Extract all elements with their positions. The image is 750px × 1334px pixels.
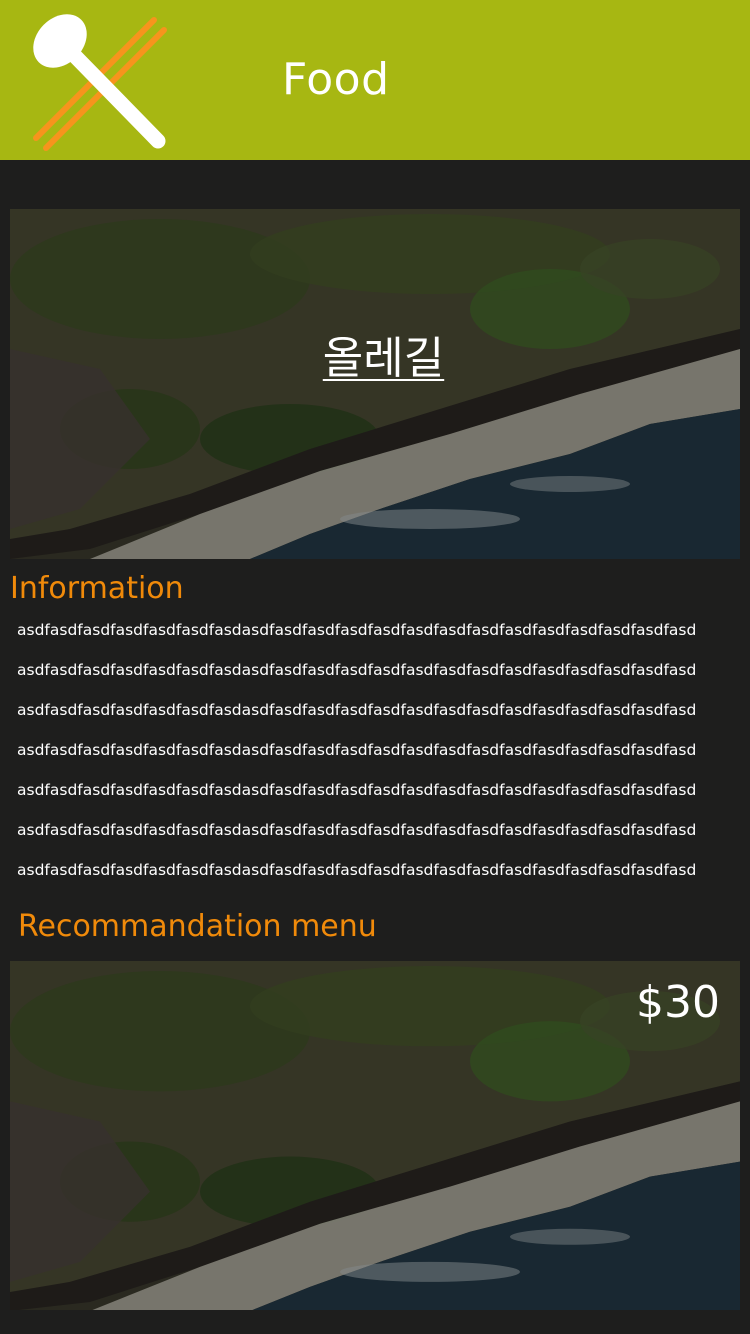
information-line: asdfasdfasdfasdfasdfasdfasdasdfasdfasdfa… — [17, 781, 697, 799]
information-line: asdfasdfasdfasdfasdfasdfasdasdfasdfasdfa… — [17, 661, 697, 679]
information-line: asdfasdfasdfasdfasdfasdfasdasdfasdfasdfa… — [17, 741, 697, 759]
recommended-menu-card[interactable]: $30 — [10, 961, 740, 1310]
trail-title-link[interactable]: 올레길 — [10, 331, 740, 387]
page-title: Food — [282, 54, 390, 105]
information-line: asdfasdfasdfasdfasdfasdfasdasdfasdfasdfa… — [17, 701, 697, 719]
app-header: Food — [0, 0, 750, 160]
food-page: Food 올레길 Information asdfasdfasdfasdfasd… — [0, 0, 750, 1334]
information-line: asdfasdfasdfasdfasdfasdfasdasdfasdfasdfa… — [17, 861, 697, 879]
information-heading: Information — [10, 571, 184, 606]
menu-photo — [10, 961, 740, 1310]
hero-banner: 올레길 — [10, 209, 740, 559]
menu-price: $30 — [636, 977, 720, 1028]
information-line: asdfasdfasdfasdfasdfasdfasdasdfasdfasdfa… — [17, 821, 697, 839]
spoon-chopsticks-icon — [33, 14, 167, 151]
recommendation-heading: Recommandation menu — [18, 909, 377, 944]
information-line: asdfasdfasdfasdfasdfasdfasdasdfasdfasdfa… — [17, 621, 697, 639]
information-text: asdfasdfasdfasdfasdfasdfasdasdfasdfasdfa… — [17, 620, 742, 900]
